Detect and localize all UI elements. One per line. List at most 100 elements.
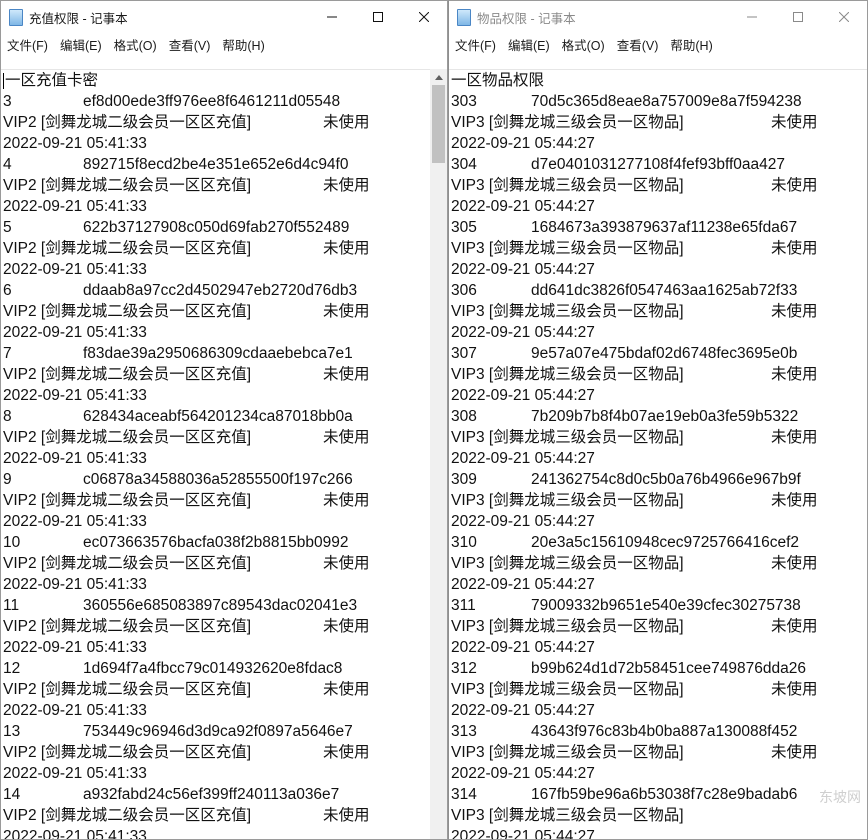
menu-help[interactable]: 帮助(H) (218, 35, 268, 54)
entry-code-line: 14 a932fabd24c56ef399ff240113a036e7 (3, 784, 447, 805)
entry-date: 2022-09-21 05:44:27 (451, 450, 595, 467)
entry-status: 未使用 (323, 114, 370, 131)
entry-status: 未使用 (771, 429, 818, 446)
entry-code-line: 305 1684673a393879637af11238e65fda67 (451, 217, 867, 238)
menu-help[interactable]: 帮助(H) (666, 35, 716, 54)
entry-status: 未使用 (323, 177, 370, 194)
entry-number: 304 (451, 156, 477, 173)
scroll-thumb[interactable] (432, 85, 445, 163)
scroll-up-button[interactable] (430, 69, 447, 86)
menu-file[interactable]: 文件(F) (3, 35, 52, 54)
entry-number: 14 (3, 786, 21, 803)
entry-desc-line: VIP2 [剑舞龙城二级会员一区区充值] 未使用 (3, 238, 447, 259)
entry-desc-line: VIP3 [剑舞龙城三级会员一区物品] 未使用 (451, 490, 867, 511)
entry-code: dd641dc3826f0547463aa1625ab72f33 (531, 282, 798, 299)
menu-view[interactable]: 查看(V) (165, 35, 215, 54)
entry-date: 2022-09-21 05:44:27 (451, 198, 595, 215)
entry-description: VIP2 [剑舞龙城二级会员一区区充值] (3, 744, 252, 761)
entry-number: 10 (3, 534, 21, 551)
entry-code-line: 8 628434aceabf564201234ca87018bb0a (3, 406, 447, 427)
title-bar[interactable]: 充值权限 - 记事本 (1, 1, 447, 33)
entry-desc-line: VIP3 [剑舞龙城三级会员一区物品] (451, 805, 867, 826)
entry-status: 未使用 (771, 366, 818, 383)
entry-desc-line: VIP3 [剑舞龙城三级会员一区物品] 未使用 (451, 742, 867, 763)
title-bar[interactable]: 物品权限 - 记事本 (449, 1, 867, 33)
notepad-window-recharge[interactable]: 充值权限 - 记事本 文件(F) 编辑(E) 格式(O) 查看(V) 帮助(H)… (0, 0, 448, 840)
entry-desc-line: VIP2 [剑舞龙城二级会员一区区充值] 未使用 (3, 616, 447, 637)
entry-status: 未使用 (771, 303, 818, 320)
entry-number: 312 (451, 660, 477, 677)
entry-status: 未使用 (771, 240, 818, 257)
entry-number: 7 (3, 345, 12, 362)
entry-date-line: 2022-09-21 05:44:27 (451, 637, 867, 658)
menu-format[interactable]: 格式(O) (558, 35, 609, 54)
menu-edit[interactable]: 编辑(E) (504, 35, 554, 54)
entry-date-line: 2022-09-21 05:44:27 (451, 259, 867, 280)
menu-view[interactable]: 查看(V) (613, 35, 663, 54)
entry-code: ddaab8a97cc2d4502947eb2720d76db3 (83, 282, 358, 299)
entry-date: 2022-09-21 05:41:33 (3, 135, 147, 152)
entry-date-line: 2022-09-21 05:44:27 (451, 385, 867, 406)
entry-number: 313 (451, 723, 477, 740)
entry-date: 2022-09-21 05:44:27 (451, 324, 595, 341)
entry-desc-line: VIP3 [剑舞龙城三级会员一区物品] 未使用 (451, 175, 867, 196)
entry-code: 360556e685083897c89543dac02041e3 (83, 597, 358, 614)
entry-number: 12 (3, 660, 21, 677)
minimize-button[interactable] (309, 1, 355, 33)
entry-code: 20e3a5c15610948cec9725766416cef2 (531, 534, 800, 551)
entry-desc-line: VIP3 [剑舞龙城三级会员一区物品] 未使用 (451, 616, 867, 637)
minimize-icon (747, 16, 757, 18)
entry-number: 3 (3, 93, 12, 110)
entry-date-line: 2022-09-21 05:41:33 (3, 574, 447, 595)
close-button[interactable] (821, 1, 867, 33)
text-editor[interactable]: 一区充值卡密 3 ef8d00ede3ff976ee8f6461211d05548… (1, 69, 447, 839)
menu-bar: 文件(F) 编辑(E) 格式(O) 查看(V) 帮助(H) (449, 33, 867, 55)
entry-status: 未使用 (771, 492, 818, 509)
entry-date: 2022-09-21 05:44:27 (451, 135, 595, 152)
entry-date: 2022-09-21 05:44:27 (451, 513, 595, 530)
entry-date-line: 2022-09-21 05:41:33 (3, 511, 447, 532)
notepad-window-items[interactable]: 物品权限 - 记事本 文件(F) 编辑(E) 格式(O) 查看(V) 帮助(H)… (448, 0, 868, 840)
entry-description: VIP2 [剑舞龙城二级会员一区区充值] (3, 492, 252, 509)
entry-date-line: 2022-09-21 05:44:27 (451, 322, 867, 343)
entry-number: 305 (451, 219, 477, 236)
entry-code: 167fb59be96a6b53038f7c28e9badab6 (531, 786, 798, 803)
entry-number: 13 (3, 723, 21, 740)
entry-code-line: 13 753449c96946d3d9ca92f0897a5646e7 (3, 721, 447, 742)
entry-code-line: 9 c06878a34588036a52855500f197c266 (3, 469, 447, 490)
text-editor[interactable]: 一区物品权限 303 70d5c365d8eae8a757009e8a7f5942… (449, 69, 867, 839)
header-line: 一区充值卡密 (3, 72, 99, 89)
entry-code: 79009332b9651e540e39cfec30275738 (531, 597, 801, 614)
menu-file[interactable]: 文件(F) (451, 35, 500, 54)
entry-number: 9 (3, 471, 12, 488)
entry-code-line: 11 360556e685083897c89543dac02041e3 (3, 595, 447, 616)
entry-date: 2022-09-21 05:41:33 (3, 765, 147, 782)
entry-status: 未使用 (323, 429, 370, 446)
maximize-icon (793, 12, 803, 22)
entry-description: VIP2 [剑舞龙城二级会员一区区充值] (3, 618, 252, 635)
entry-code: 628434aceabf564201234ca87018bb0a (83, 408, 353, 425)
entry-description: VIP3 [剑舞龙城三级会员一区物品] (451, 429, 684, 446)
entry-date: 2022-09-21 05:41:33 (3, 576, 147, 593)
entry-description: VIP3 [剑舞龙城三级会员一区物品] (451, 744, 684, 761)
vertical-scrollbar[interactable] (430, 69, 447, 839)
menu-edit[interactable]: 编辑(E) (56, 35, 106, 54)
entry-date-line: 2022-09-21 05:44:27 (451, 826, 867, 839)
entry-description: VIP3 [剑舞龙城三级会员一区物品] (451, 240, 684, 257)
entry-date: 2022-09-21 05:41:33 (3, 387, 147, 404)
entry-description: VIP2 [剑舞龙城二级会员一区区充值] (3, 429, 252, 446)
entry-desc-line: VIP3 [剑舞龙城三级会员一区物品] 未使用 (451, 364, 867, 385)
menu-format[interactable]: 格式(O) (110, 35, 161, 54)
close-button[interactable] (401, 1, 447, 33)
entry-number: 314 (451, 786, 477, 803)
entry-number: 311 (451, 597, 476, 614)
maximize-button[interactable] (775, 1, 821, 33)
editor-lines[interactable]: 一区充值卡密 3 ef8d00ede3ff976ee8f6461211d05548… (1, 70, 447, 839)
minimize-button[interactable] (729, 1, 775, 33)
entry-number: 11 (3, 597, 20, 614)
entry-number: 8 (3, 408, 12, 425)
entry-desc-line: VIP3 [剑舞龙城三级会员一区物品] 未使用 (451, 553, 867, 574)
editor-lines[interactable]: 一区物品权限 303 70d5c365d8eae8a757009e8a7f5942… (449, 70, 867, 839)
entry-date-line: 2022-09-21 05:44:27 (451, 574, 867, 595)
maximize-button[interactable] (355, 1, 401, 33)
